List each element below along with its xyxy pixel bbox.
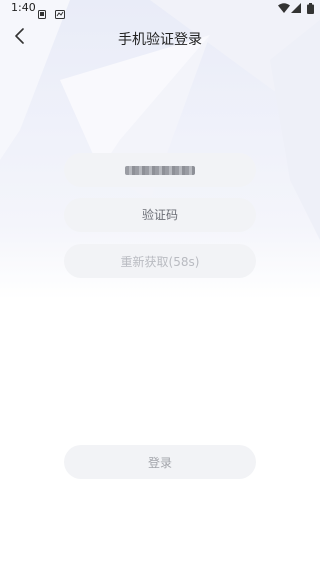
resend-code-button[interactable]: 重新获取(58s) bbox=[64, 244, 256, 278]
status-bar: 1:40 bbox=[0, 0, 320, 19]
status-time: 1:40 bbox=[11, 1, 36, 14]
status-right-group bbox=[254, 3, 314, 15]
battery-icon bbox=[307, 3, 314, 14]
phone-number-field[interactable] bbox=[64, 153, 256, 187]
login-button[interactable]: 登录 bbox=[64, 445, 256, 479]
verification-code-input[interactable] bbox=[64, 197, 256, 233]
masked-phone-number bbox=[125, 165, 195, 175]
notification-icon bbox=[38, 4, 46, 19]
verification-code-field[interactable] bbox=[64, 197, 256, 233]
cell-signal-icon bbox=[291, 3, 301, 13]
notification-icon bbox=[55, 4, 65, 19]
header: 手机验证登录 bbox=[0, 22, 320, 54]
page-title: 手机验证登录 bbox=[118, 32, 202, 48]
wifi-icon bbox=[278, 3, 290, 13]
